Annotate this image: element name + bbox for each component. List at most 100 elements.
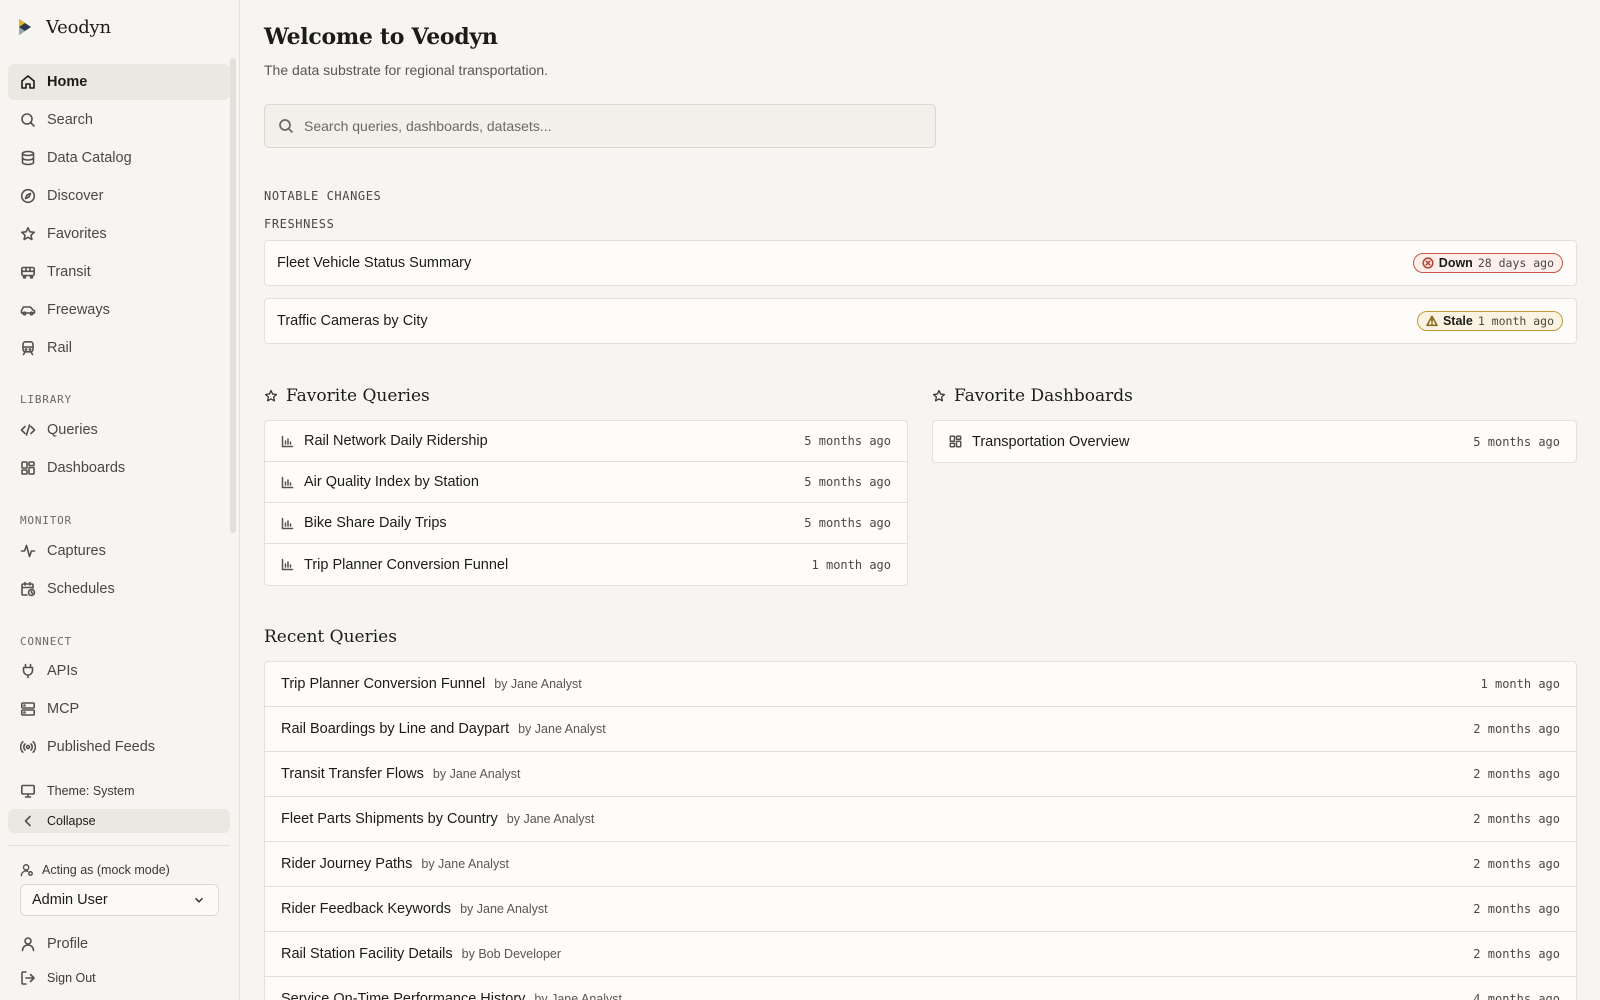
- sidebar: Veodyn Home Search Data Catalog Discover…: [0, 0, 240, 1000]
- list-item[interactable]: Trip Planner Conversion Funnel 1 month a…: [265, 544, 907, 585]
- query-time: 5 months ago: [804, 516, 891, 530]
- favorite-dashboards-list: Transportation Overview 5 months ago: [932, 420, 1577, 463]
- broadcast-icon: [20, 741, 36, 753]
- sidebar-item-label: Discover: [47, 188, 104, 204]
- user-icon: [21, 937, 35, 952]
- table-row[interactable]: Rail Station Facility Details by Bob Deve…: [265, 932, 1576, 977]
- server-icon: [20, 702, 35, 716]
- sidebar-item-mcp[interactable]: MCP: [8, 691, 230, 727]
- table-row[interactable]: Fleet Parts Shipments by Country by Jane …: [265, 797, 1576, 842]
- query-time: 5 months ago: [804, 434, 891, 448]
- query-name: Rail Station Facility Details: [281, 946, 453, 962]
- search-bar[interactable]: [264, 104, 936, 148]
- sidebar-item-profile[interactable]: Profile: [8, 926, 230, 962]
- query-author: by Jane Analyst: [460, 902, 548, 916]
- query-time: 2 months ago: [1473, 902, 1560, 916]
- sidebar-item-label: Home: [47, 74, 88, 90]
- table-row[interactable]: Service On-Time Performance History by Ja…: [265, 977, 1576, 1000]
- sidebar-item-label: APIs: [47, 663, 78, 679]
- table-row[interactable]: Rider Journey Paths by Jane Analyst 2 mon…: [265, 842, 1576, 887]
- sidebar-item-rail[interactable]: Rail: [8, 330, 230, 366]
- sidebar-item-label: Published Feeds: [47, 739, 156, 755]
- query-time: 4 months ago: [1473, 992, 1560, 1000]
- bar-chart-icon: [281, 435, 294, 447]
- list-item[interactable]: Bike Share Daily Trips 5 months ago: [265, 503, 907, 544]
- query-name: Bike Share Daily Trips: [304, 515, 447, 531]
- query-name: Trip Planner Conversion Funnel: [281, 676, 486, 692]
- sidebar-item-label: Profile: [47, 936, 89, 952]
- sidebar-item-home[interactable]: Home: [8, 64, 230, 100]
- query-time: 1 month ago: [1480, 677, 1560, 691]
- query-author: by Jane Analyst: [518, 722, 606, 736]
- section-title-monitor: MONITOR: [20, 514, 72, 527]
- favorite-queries-list: Rail Network Daily Ridership 5 months ag…: [264, 420, 908, 586]
- brand[interactable]: Veodyn: [14, 16, 111, 38]
- theme-toggle[interactable]: Theme: System: [8, 779, 230, 803]
- table-row[interactable]: Trip Planner Conversion Funnel by Jane An…: [265, 662, 1576, 707]
- acting-as-label: Acting as (mock mode): [20, 863, 170, 877]
- list-item[interactable]: Transportation Overview 5 months ago: [933, 421, 1576, 462]
- favorite-queries-title: Favorite Queries: [286, 386, 430, 406]
- query-name: Rider Feedback Keywords: [281, 901, 452, 917]
- dashboard-icon: [21, 461, 35, 475]
- sidebar-item-freeways[interactable]: Freeways: [8, 292, 230, 328]
- x-circle-icon: [1422, 257, 1434, 269]
- recent-queries-title: Recent Queries: [264, 627, 397, 647]
- sidebar-item-apis[interactable]: APIs: [8, 653, 230, 689]
- query-author: by Jane Analyst: [534, 992, 622, 1000]
- list-item[interactable]: Air Quality Index by Station 5 months ag…: [265, 462, 907, 503]
- query-name: Transit Transfer Flows: [281, 766, 424, 782]
- search-icon: [21, 113, 35, 127]
- sidebar-item-queries[interactable]: Queries: [8, 412, 230, 448]
- sidebar-divider: [8, 845, 230, 846]
- table-row[interactable]: Rail Boardings by Line and Daypart by Jan…: [265, 707, 1576, 752]
- query-time: 2 months ago: [1473, 947, 1560, 961]
- log-out-icon: [21, 971, 35, 985]
- list-item[interactable]: Rail Network Daily Ridership 5 months ag…: [265, 421, 907, 462]
- section-title-library: LIBRARY: [20, 393, 72, 406]
- sidebar-item-label: Rail: [47, 340, 72, 356]
- freshness-item-name: Fleet Vehicle Status Summary: [277, 255, 472, 271]
- train-icon: [22, 340, 34, 356]
- sidebar-item-data-catalog[interactable]: Data Catalog: [8, 140, 230, 176]
- sidebar-item-label: Freeways: [47, 302, 110, 318]
- acting-user-value: Admin User: [32, 892, 108, 908]
- sidebar-scrollbar[interactable]: [230, 58, 236, 533]
- table-row[interactable]: Rider Feedback Keywords by Jane Analyst 2…: [265, 887, 1576, 932]
- section-title-connect: CONNECT: [20, 635, 72, 648]
- sidebar-item-label: Search: [47, 112, 93, 128]
- star-icon: [264, 389, 278, 402]
- sidebar-item-schedules[interactable]: Schedules: [8, 571, 230, 607]
- status-age: 1 month ago: [1477, 314, 1554, 328]
- sidebar-item-search[interactable]: Search: [8, 102, 230, 138]
- warning-triangle-icon: [1426, 315, 1438, 327]
- search-input[interactable]: [304, 118, 904, 134]
- query-time: 2 months ago: [1473, 857, 1560, 871]
- code-icon: [20, 424, 36, 436]
- freshness-row[interactable]: Fleet Vehicle Status Summary Down 28 day…: [264, 240, 1577, 286]
- sidebar-item-discover[interactable]: Discover: [8, 178, 230, 214]
- sign-out-label: Sign Out: [47, 971, 96, 985]
- table-row[interactable]: Transit Transfer Flows by Jane Analyst 2 …: [265, 752, 1576, 797]
- sign-out-button[interactable]: Sign Out: [8, 966, 230, 990]
- sidebar-item-transit[interactable]: Transit: [8, 254, 230, 290]
- chevron-down-icon: [194, 897, 204, 903]
- dashboard-name: Transportation Overview: [972, 433, 1130, 450]
- query-time: 5 months ago: [804, 475, 891, 489]
- sidebar-item-published-feeds[interactable]: Published Feeds: [8, 729, 230, 765]
- query-author: by Jane Analyst: [421, 857, 509, 871]
- database-icon: [21, 150, 35, 166]
- acting-user-select[interactable]: Admin User: [20, 884, 219, 916]
- bar-chart-icon: [281, 476, 294, 488]
- query-name: Trip Planner Conversion Funnel: [304, 556, 509, 573]
- favorite-dashboards-heading: Favorite Dashboards: [932, 386, 1133, 406]
- sidebar-item-favorites[interactable]: Favorites: [8, 216, 230, 252]
- freshness-row[interactable]: Traffic Cameras by City Stale 1 month ag…: [264, 298, 1577, 344]
- dashboard-icon: [949, 435, 962, 448]
- sidebar-item-captures[interactable]: Captures: [8, 533, 230, 569]
- sidebar-item-dashboards[interactable]: Dashboards: [8, 450, 230, 486]
- recent-queries-list: Trip Planner Conversion Funnel by Jane An…: [264, 661, 1577, 1000]
- collapse-button[interactable]: Collapse: [8, 809, 230, 833]
- user-cog-icon: [20, 864, 33, 877]
- plug-icon: [22, 663, 34, 679]
